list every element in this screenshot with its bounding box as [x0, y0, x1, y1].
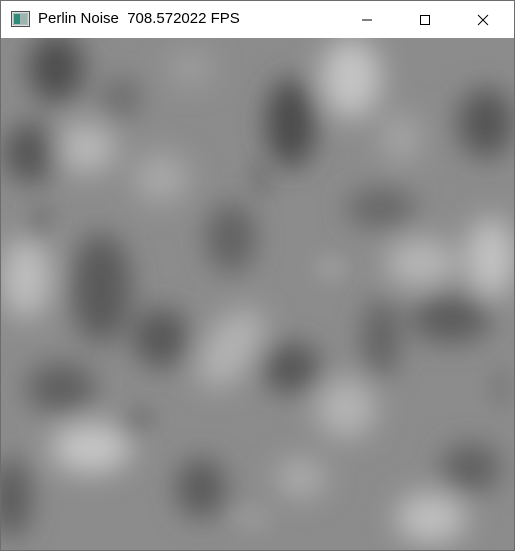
app-window: Perlin Noise 708.572022 FPS [0, 0, 515, 551]
maximize-button[interactable] [402, 1, 448, 38]
maximize-icon [420, 14, 430, 25]
window-title: Perlin Noise 708.572022 FPS [38, 10, 240, 27]
minimize-button[interactable] [344, 1, 390, 38]
perlin-noise-image [1, 38, 514, 550]
title-bar[interactable]: Perlin Noise 708.572022 FPS [1, 1, 514, 38]
close-button[interactable] [460, 1, 506, 38]
window-app-icon [11, 11, 30, 27]
minimize-icon [362, 19, 372, 20]
close-icon [477, 14, 489, 25]
noise-canvas[interactable] [1, 38, 514, 550]
